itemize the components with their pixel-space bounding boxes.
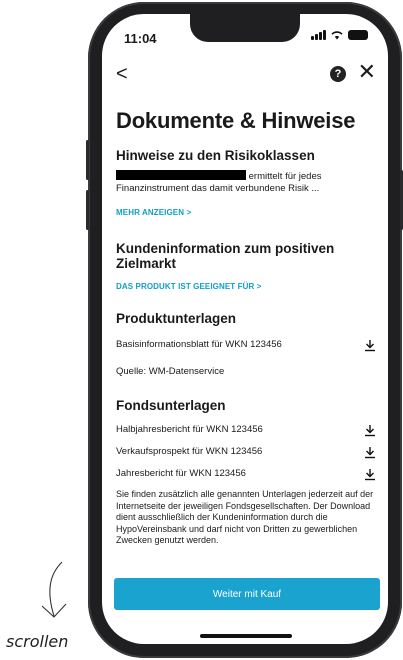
download-icon[interactable]: [364, 446, 378, 459]
more-link[interactable]: MEHR ANZEIGEN >: [116, 208, 378, 217]
document-label: Verkaufsprospekt für WKN 123456: [116, 446, 263, 457]
document-label: Basisinformationsblatt für WKN 123456: [116, 339, 282, 350]
phone-side-button: [86, 140, 89, 180]
phone-side-button: [86, 190, 89, 230]
phone-notch: [190, 14, 300, 42]
section-title: Kundeninformation zum positiven Zielmark…: [116, 241, 335, 271]
download-icon[interactable]: [364, 339, 378, 352]
document-row[interactable]: Verkaufsprospekt für WKN 123456: [116, 441, 378, 463]
back-button[interactable]: <: [116, 64, 128, 84]
fund-docs-section: Fondsunterlagen Halbjahresbericht für WK…: [116, 398, 378, 547]
content: Dokumente & Hinweise Hinweise zu den Ris…: [116, 108, 378, 547]
document-row[interactable]: Basisinformationsblatt für WKN 123456: [116, 334, 378, 356]
page-title: Dokumente & Hinweise: [116, 108, 356, 133]
source-text: Quelle: WM-Datenservice: [116, 366, 225, 377]
risk-text: ermittelt für jedes Finanzinstrument das…: [116, 170, 378, 195]
section-title: Produktunterlagen: [116, 311, 237, 326]
risk-section: Hinweise zu den Risikoklassen ermittelt …: [116, 148, 378, 217]
status-icons: [311, 30, 368, 40]
download-icon[interactable]: [364, 468, 378, 481]
fund-docs-note: Sie finden zusätzlich alle genannten Unt…: [116, 489, 374, 545]
document-row[interactable]: Jahresbericht für WKN 123456: [116, 463, 378, 485]
section-title: Fondsunterlagen: [116, 398, 226, 413]
target-market-link[interactable]: DAS PRODUKT IST GEEIGNET FÜR >: [116, 282, 378, 291]
signal-icon: [311, 30, 326, 40]
download-icon[interactable]: [364, 424, 378, 437]
scroll-annotation: scrollen: [6, 632, 69, 651]
wifi-icon: [331, 31, 343, 40]
target-market-section: Kundeninformation zum positiven Zielmark…: [116, 241, 378, 291]
document-row[interactable]: Halbjahresbericht für WKN 123456: [116, 419, 378, 441]
battery-icon: [348, 30, 368, 40]
app-screen: 11:04 < ? ✕ Dokumente & Hinweise Hinweis…: [102, 14, 388, 644]
home-indicator[interactable]: [200, 634, 292, 638]
redaction-block: [116, 170, 246, 180]
section-title: Hinweise zu den Risikoklassen: [116, 148, 315, 163]
document-label: Jahresbericht für WKN 123456: [116, 468, 246, 479]
close-icon[interactable]: ✕: [358, 61, 376, 83]
status-time: 11:04: [124, 31, 157, 46]
scroll-arrow-icon: [41, 561, 67, 618]
help-icon[interactable]: ?: [330, 66, 346, 82]
continue-purchase-button[interactable]: Weiter mit Kauf: [114, 578, 380, 610]
document-label: Halbjahresbericht für WKN 123456: [116, 424, 263, 435]
risk-text-line2: Finanzinstrument das damit verbundene Ri…: [116, 183, 320, 194]
product-docs-section: Produktunterlagen Basisinformationsblatt…: [116, 311, 378, 378]
risk-text-line1: ermittelt für jedes: [248, 171, 322, 182]
